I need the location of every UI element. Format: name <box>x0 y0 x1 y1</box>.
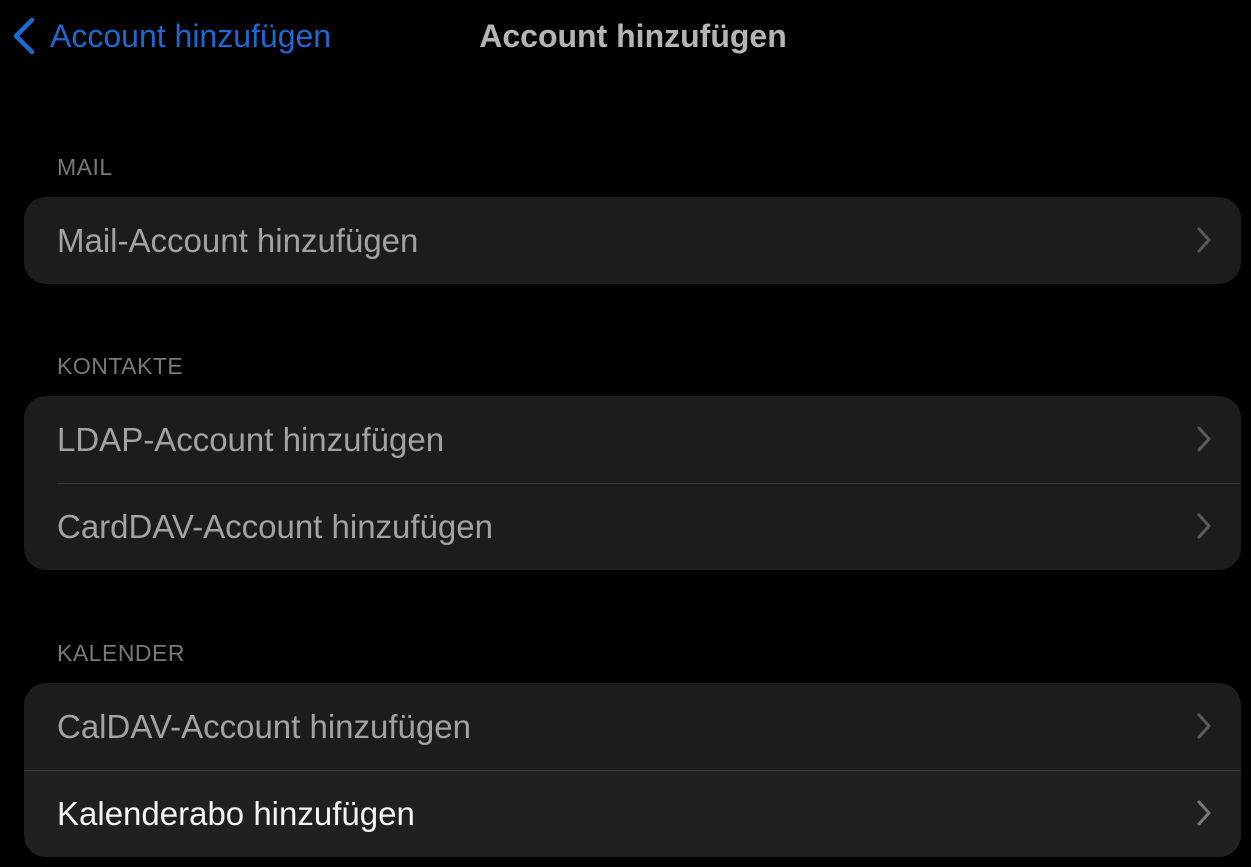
list-item-carddav-account[interactable]: CardDAV-Account hinzufügen <box>24 483 1241 570</box>
list-item-label: CardDAV-Account hinzufügen <box>57 507 493 545</box>
chevron-right-icon <box>1197 227 1211 253</box>
section-header-kalender: KALENDER <box>57 640 185 666</box>
row-separator <box>24 770 1241 771</box>
page-title: Account hinzufügen <box>479 18 787 54</box>
section-header-kontakte: KONTAKTE <box>57 353 184 379</box>
navigation-bar: Account hinzufügen Account hinzufügen <box>0 0 1251 74</box>
list-item-label: Kalenderabo hinzufügen <box>57 794 415 832</box>
section-header-mail: MAIL <box>57 154 113 180</box>
chevron-right-icon <box>1197 800 1211 826</box>
group-kontakte: LDAP-Account hinzufügen CardDAV-Account … <box>24 396 1241 570</box>
group-kalender: CalDAV-Account hinzufügen Kalenderabo hi… <box>24 683 1241 857</box>
row-separator <box>57 483 1241 484</box>
chevron-right-icon <box>1197 713 1211 739</box>
group-mail: Mail-Account hinzufügen <box>24 197 1241 284</box>
list-item-ldap-account[interactable]: LDAP-Account hinzufügen <box>24 396 1241 483</box>
list-item-caldav-account[interactable]: CalDAV-Account hinzufügen <box>24 683 1241 770</box>
chevron-right-icon <box>1197 426 1211 452</box>
list-item-label: Mail-Account hinzufügen <box>57 221 419 259</box>
list-item-label: CalDAV-Account hinzufügen <box>57 707 471 745</box>
list-item-kalenderabo[interactable]: Kalenderabo hinzufügen <box>24 770 1241 857</box>
chevron-right-icon <box>1197 513 1211 539</box>
list-item-mail-account[interactable]: Mail-Account hinzufügen <box>24 197 1241 284</box>
list-item-label: LDAP-Account hinzufügen <box>57 420 445 458</box>
